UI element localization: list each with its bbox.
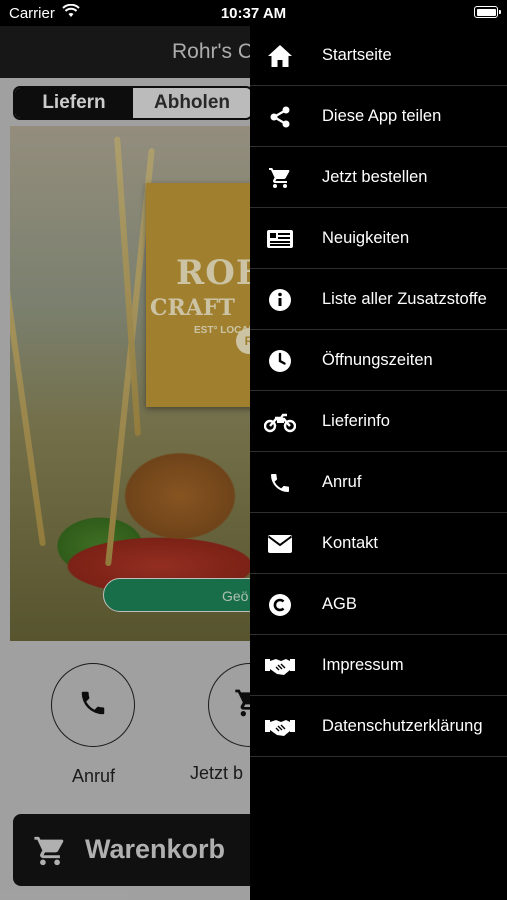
battery-icon xyxy=(474,6,501,18)
status-bar: Carrier 10:37 AM xyxy=(0,0,507,26)
menu-item-label: Anruf xyxy=(322,473,362,491)
menu-item-agb[interactable]: AGB xyxy=(250,575,507,635)
menu-item-label: Lieferinfo xyxy=(322,412,390,430)
menu-item-additives[interactable]: Liste aller Zusatzstoffe xyxy=(250,270,507,330)
menu-item-opening-hours[interactable]: Öffnungszeiten xyxy=(250,331,507,391)
handshake-icon xyxy=(250,716,310,738)
cart-icon xyxy=(250,166,310,190)
clock-icon xyxy=(250,349,310,373)
menu-item-label: Öffnungszeiten xyxy=(322,351,433,369)
envelope-icon xyxy=(250,534,310,554)
menu-item-startseite[interactable]: Startseite xyxy=(250,26,507,86)
share-icon xyxy=(250,105,310,129)
copyright-icon xyxy=(250,593,310,617)
menu-item-label: AGB xyxy=(322,595,357,613)
menu-item-label: Datenschutzerklärung xyxy=(322,717,483,735)
menu-item-label: Impressum xyxy=(322,656,404,674)
menu-item-share[interactable]: Diese App teilen xyxy=(250,87,507,147)
menu-item-label: Neuigkeiten xyxy=(322,229,410,247)
phone-icon xyxy=(250,471,310,495)
motorcycle-icon xyxy=(250,411,310,433)
info-icon xyxy=(250,288,310,312)
menu-item-contact[interactable]: Kontakt xyxy=(250,514,507,574)
clock-time: 10:37 AM xyxy=(220,5,287,22)
menu-item-delivery-info[interactable]: Lieferinfo xyxy=(250,392,507,452)
menu-item-order[interactable]: Jetzt bestellen xyxy=(250,148,507,208)
menu-item-impressum[interactable]: Impressum xyxy=(250,636,507,696)
drawer-scrim[interactable] xyxy=(0,26,250,900)
menu-item-label: Kontakt xyxy=(322,534,378,552)
menu-item-label: Jetzt bestellen xyxy=(322,168,428,186)
menu-item-privacy[interactable]: Datenschutzerklärung xyxy=(250,697,507,757)
side-menu: Startseite Diese App teilen Jetzt bestel… xyxy=(250,26,507,900)
news-icon xyxy=(250,228,310,250)
menu-item-label: Startseite xyxy=(322,46,392,64)
handshake-icon xyxy=(250,655,310,677)
menu-item-call[interactable]: Anruf xyxy=(250,453,507,513)
menu-item-news[interactable]: Neuigkeiten xyxy=(250,209,507,269)
menu-item-label: Diese App teilen xyxy=(322,107,442,125)
home-icon xyxy=(250,44,310,68)
menu-item-label: Liste aller Zusatzstoffe xyxy=(322,290,487,308)
